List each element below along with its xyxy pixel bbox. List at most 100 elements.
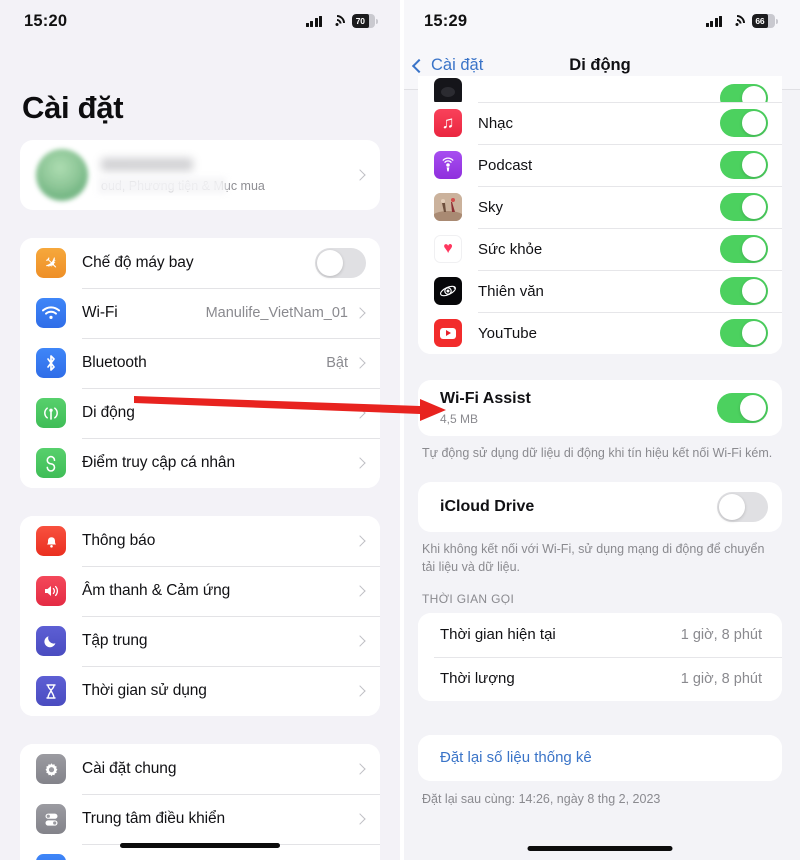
list-item-health[interactable]: Sức khỏe: [418, 228, 782, 270]
wifi-icon: [36, 298, 66, 328]
speaker-icon: [36, 576, 66, 606]
cellular-icon: [36, 398, 66, 428]
music-icon: [434, 109, 462, 137]
row-label: Thời lượng: [440, 670, 515, 688]
screenshot-stage: 15:20 70 Cài đặt oud, Phương tiện & Mục …: [0, 0, 800, 860]
podcast-icon: [434, 151, 462, 179]
list-item-music[interactable]: Nhạc: [418, 102, 782, 144]
chevron-left-icon: [411, 58, 427, 73]
bell-icon: [36, 526, 66, 556]
row-airplane-mode[interactable]: Chế độ máy bay: [20, 238, 380, 288]
youtube-icon: [434, 319, 462, 347]
astronomy-icon: [434, 277, 462, 305]
row-label: Thông báo: [82, 532, 156, 549]
row-label: Thời gian hiện tại: [440, 626, 556, 644]
app-cellular-toggle[interactable]: [720, 84, 768, 102]
row-control-center[interactable]: Trung tâm điều khiển: [20, 794, 380, 844]
status-indicators: 66: [705, 11, 778, 35]
chevron-right-icon: [354, 357, 366, 369]
right-phone-screen: 15:29 66 Cài đặt Di động ♫ Nhạc Podcast …: [400, 0, 800, 860]
chevron-right-icon: [354, 407, 366, 419]
health-icon: [434, 235, 462, 263]
app-cellular-toggle[interactable]: [720, 109, 768, 137]
reset-statistics-card[interactable]: Đặt lại số liệu thống kê: [418, 734, 782, 781]
reset-statistics-link[interactable]: Đặt lại số liệu thống kê: [440, 749, 592, 766]
chevron-right-icon: [354, 169, 366, 181]
call-time-card: Thời gian hiện tại 1 giờ, 8 phút Thời lư…: [418, 612, 782, 701]
app-cellular-toggle[interactable]: [720, 151, 768, 179]
row-notifications[interactable]: Thông báo: [20, 516, 380, 566]
chevron-right-icon: [354, 813, 366, 825]
status-time: 15:29: [424, 11, 468, 30]
chevron-right-icon: [354, 535, 366, 547]
row-general[interactable]: Cài đặt chung: [20, 744, 380, 794]
list-item-label: Nhạc: [478, 114, 514, 132]
list-item-sky[interactable]: Sky: [418, 186, 782, 228]
row-bluetooth[interactable]: Bluetooth Bật: [20, 338, 380, 388]
wifi-assist-note: Tự động sử dụng dữ liệu di động khi tín …: [422, 446, 773, 460]
wifi-icon: [725, 11, 749, 35]
icloud-drive-row[interactable]: iCloud Drive: [418, 482, 782, 532]
status-time: 15:20: [24, 11, 68, 30]
profile-card[interactable]: oud, Phương tiện & Mục mua: [20, 140, 380, 210]
row-lifetime[interactable]: Thời lượng 1 giờ, 8 phút: [418, 656, 782, 701]
app-cellular-toggle[interactable]: [720, 235, 768, 263]
row-label: Thời gian sử dụng: [82, 682, 207, 699]
back-button[interactable]: Cài đặt: [411, 56, 483, 75]
signal-icon: [705, 15, 722, 27]
battery-percent: 70: [355, 16, 365, 26]
row-personal-hotspot[interactable]: Điểm truy cập cá nhân: [20, 438, 380, 488]
cellular-app-list: Nhạc Podcast Sky Sức khỏe: [418, 76, 782, 354]
left-phone-screen: 15:20 70 Cài đặt oud, Phương tiện & Mục …: [0, 0, 400, 860]
reset-note: Đặt lại sau cùng: 14:26, ngày 8 thg 2, 2…: [422, 791, 661, 806]
chevron-right-icon: [354, 585, 366, 597]
list-item-clipped[interactable]: [418, 76, 782, 102]
wifi-assist-title: Wi-Fi Assist: [440, 390, 531, 407]
avatar: [36, 149, 88, 201]
battery-percent: 66: [755, 16, 765, 26]
chevron-right-icon: [354, 685, 366, 697]
wifi-assist-row[interactable]: Wi-Fi Assist 4,5 MB: [418, 380, 782, 436]
list-item-label: Thiên văn: [478, 282, 544, 300]
list-item-podcast[interactable]: Podcast: [418, 144, 782, 186]
wifi-assist-toggle[interactable]: [717, 393, 768, 423]
dark-app-icon: [434, 78, 462, 102]
airplane-mode-toggle[interactable]: [315, 248, 366, 278]
row-label: Wi-Fi: [82, 304, 118, 321]
control-center-icon: [36, 804, 66, 834]
icloud-drive-card: iCloud Drive: [418, 482, 782, 533]
gear-icon: [36, 754, 66, 784]
wifi-assist-usage: 4,5 MB: [440, 412, 479, 426]
right-status-bar: 15:29 66: [400, 0, 800, 42]
row-current-period[interactable]: Thời gian hiện tại 1 giờ, 8 phút: [418, 612, 782, 657]
profile-row[interactable]: oud, Phương tiện & Mục mua: [20, 140, 380, 210]
app-cellular-toggle[interactable]: [720, 193, 768, 221]
row-cellular[interactable]: Di động: [20, 388, 380, 438]
call-time-section-header: THỜI GIAN GỌI: [422, 591, 515, 606]
list-item-label: Sức khỏe: [478, 240, 543, 258]
row-label: Cài đặt chung: [82, 760, 177, 777]
hourglass-icon: [36, 676, 66, 706]
hotspot-icon: [36, 448, 66, 478]
moon-icon: [36, 626, 66, 656]
row-screen-time[interactable]: Thời gian sử dụng: [20, 666, 380, 716]
home-indicator: [120, 843, 280, 848]
row-value: 1 giờ, 8 phút: [680, 670, 762, 687]
chevron-right-icon: [354, 635, 366, 647]
chevron-right-icon: [354, 457, 366, 469]
reset-statistics-row[interactable]: Đặt lại số liệu thống kê: [418, 734, 782, 781]
sky-app-icon: [434, 193, 462, 221]
list-item-astronomy[interactable]: Thiên văn: [418, 270, 782, 312]
display-aa-icon: AA: [36, 854, 66, 860]
app-cellular-toggle[interactable]: [720, 277, 768, 305]
icloud-drive-title: iCloud Drive: [440, 498, 535, 516]
row-wifi[interactable]: Wi-Fi Manulife_VietNam_01: [20, 288, 380, 338]
row-label: Chế độ máy bay: [82, 254, 194, 271]
icloud-drive-toggle[interactable]: [717, 492, 768, 523]
signal-icon: [305, 15, 322, 27]
row-focus[interactable]: Tập trung: [20, 616, 380, 666]
list-item-youtube[interactable]: YouTube: [418, 312, 782, 354]
app-cellular-toggle[interactable]: [720, 319, 768, 347]
row-sounds-haptics[interactable]: Âm thanh & Cảm ứng: [20, 566, 380, 616]
row-label: Bluetooth: [82, 354, 147, 371]
